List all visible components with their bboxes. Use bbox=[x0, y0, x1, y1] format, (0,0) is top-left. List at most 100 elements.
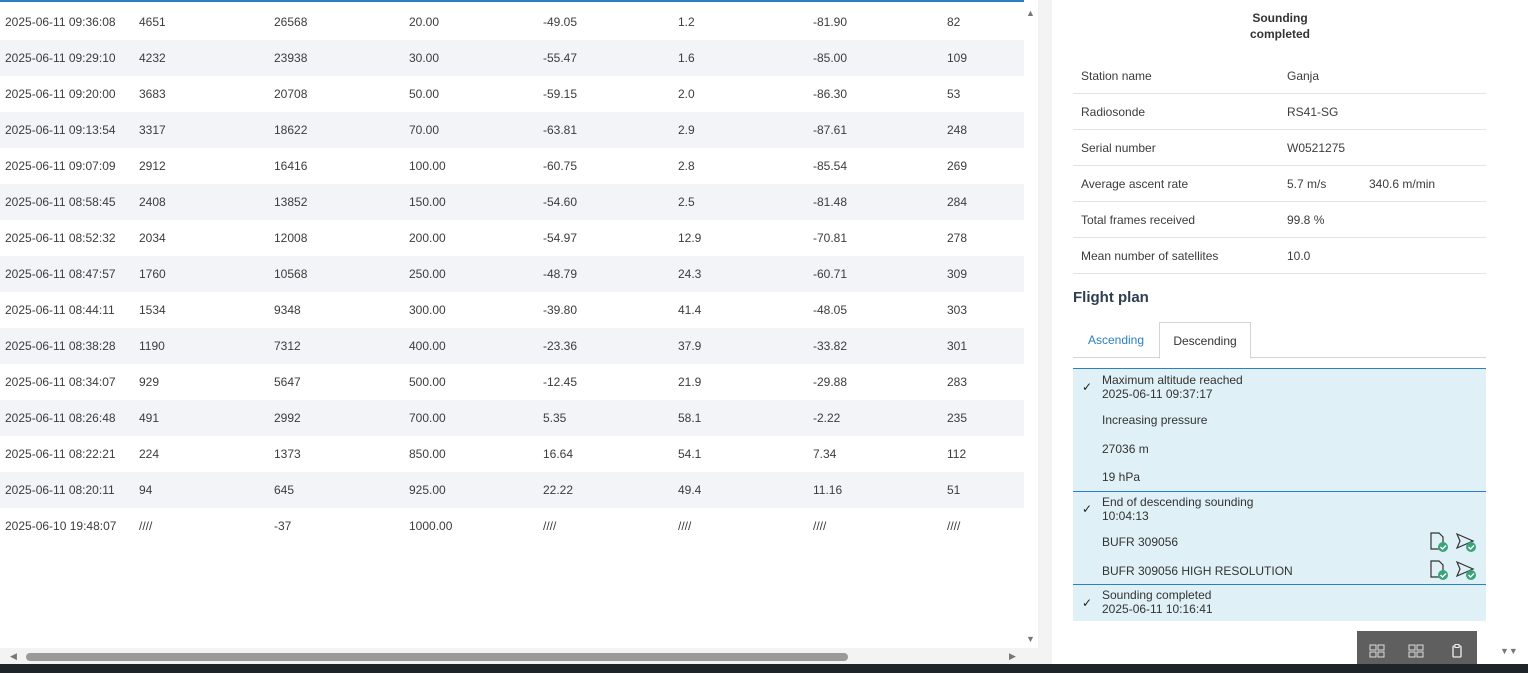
table-cell: 1760 bbox=[139, 267, 166, 281]
table-cell: 925.00 bbox=[409, 483, 446, 497]
file-saved-icon[interactable] bbox=[1428, 559, 1450, 581]
scroll-up-arrow-icon[interactable]: ▲ bbox=[1026, 8, 1035, 18]
table-cell: 2.0 bbox=[678, 87, 695, 101]
table-cell: 150.00 bbox=[409, 195, 446, 209]
grid-view-icon[interactable] bbox=[1369, 643, 1385, 659]
table-cell: 5647 bbox=[274, 375, 301, 389]
table-cell: 18622 bbox=[274, 123, 308, 137]
table-cell: 2025-06-11 08:20:11 bbox=[5, 483, 115, 497]
satellites-value: 10.0 bbox=[1287, 249, 1311, 263]
table-cell: -54.60 bbox=[543, 195, 578, 209]
table-row[interactable]: 2025-06-11 09:20:00 3683 20708 50.00 -59.15 2… bbox=[0, 76, 1024, 112]
table-cell: 20708 bbox=[274, 87, 308, 101]
step-separator bbox=[1073, 584, 1486, 585]
step-check-icon: ✓ bbox=[1082, 502, 1093, 516]
table-row[interactable]: 2025-06-11 08:22:21 224 1373 850.00 16.64 54.… bbox=[0, 436, 1024, 472]
table-row[interactable]: 2025-06-11 09:36:08 4651 26568 20.00 -49.05 1… bbox=[0, 4, 1024, 40]
table-row[interactable]: 2025-06-11 08:52:32 2034 12008 200.00 -54.97… bbox=[0, 220, 1024, 256]
table-cell: 1534 bbox=[139, 303, 166, 317]
tab-descending[interactable]: Descending bbox=[1159, 322, 1251, 359]
table-cell: 30.00 bbox=[409, 51, 440, 65]
step-check-icon: ✓ bbox=[1082, 380, 1093, 394]
sounding-completed-title: Sounding completed bbox=[1102, 588, 1212, 602]
table-cell: 224 bbox=[139, 447, 160, 461]
table-cell: 491 bbox=[139, 411, 160, 425]
tab-ascending[interactable]: Ascending bbox=[1080, 322, 1152, 357]
scroll-right-arrow-icon[interactable]: ▶ bbox=[1009, 651, 1016, 662]
table-cell: 929 bbox=[139, 375, 160, 389]
ascent-rate-value-per-minute: 340.6 m/min bbox=[1369, 177, 1436, 191]
panel-scroll-down-icon[interactable]: ▼▼ bbox=[1500, 646, 1518, 656]
table-cell: -12.45 bbox=[543, 375, 578, 389]
satellites-label: Mean number of satellites bbox=[1081, 249, 1219, 263]
end-descending-time: 10:04:13 bbox=[1102, 509, 1149, 523]
table-cell: 3317 bbox=[139, 123, 166, 137]
table-cell: 23938 bbox=[274, 51, 308, 65]
table-row[interactable]: 2025-06-11 08:20:11 94 645 925.00 22.22 49.4 1… bbox=[0, 472, 1024, 508]
table-cell: -23.36 bbox=[543, 339, 578, 353]
sounding-status: Sounding completed bbox=[1180, 10, 1380, 42]
table-cell: 300.00 bbox=[409, 303, 446, 317]
sounding-data-table: 2025-06-11 09:36:08 4651 26568 20.00 -49.05 1… bbox=[0, 0, 1024, 648]
table-cell: 94 bbox=[139, 483, 153, 497]
table-row[interactable]: 2025-06-11 09:13:54 3317 18622 70.00 -63.81 2… bbox=[0, 112, 1024, 148]
increasing-pressure-text: Increasing pressure bbox=[1102, 413, 1208, 427]
table-row[interactable]: 2025-06-11 08:44:11 1534 9348 300.00 -39.80 4… bbox=[0, 292, 1024, 328]
table-row[interactable]: 2025-06-11 08:26:48 491 2992 700.00 5.35 58.1… bbox=[0, 400, 1024, 436]
radiosonde-label: Radiosonde bbox=[1081, 105, 1146, 119]
ascent-rate-value: 5.7 m/s bbox=[1287, 177, 1327, 191]
table-row[interactable]: 2025-06-11 09:29:10 4232 23938 30.00 -55.47 1… bbox=[0, 40, 1024, 76]
table-cell: 1.6 bbox=[678, 51, 695, 65]
max-altitude-time: 2025-06-11 09:37:17 bbox=[1102, 387, 1213, 401]
table-cell: -86.30 bbox=[813, 87, 848, 101]
table-cell: 4651 bbox=[139, 15, 166, 29]
scroll-down-arrow-icon[interactable]: ▼ bbox=[1026, 634, 1035, 644]
table-cell: 700.00 bbox=[409, 411, 446, 425]
clipboard-icon[interactable] bbox=[1449, 643, 1465, 659]
serial-number-label: Serial number bbox=[1081, 141, 1156, 155]
table-cell: 22.22 bbox=[543, 483, 574, 497]
scroll-left-arrow-icon[interactable]: ◀ bbox=[10, 651, 17, 662]
table-row[interactable]: 2025-06-11 08:58:45 2408 13852 150.00 -54.60… bbox=[0, 184, 1024, 220]
step-check-icon: ✓ bbox=[1082, 596, 1093, 610]
table-row[interactable]: 2025-06-11 08:38:28 1190 7312 400.00 -23.36 3… bbox=[0, 328, 1024, 364]
table-cell: 301 bbox=[947, 339, 968, 353]
ascent-rate-label: Average ascent rate bbox=[1081, 177, 1189, 191]
file-saved-icon[interactable] bbox=[1428, 531, 1450, 553]
table-cell: 2408 bbox=[139, 195, 166, 209]
tile-view-icon[interactable] bbox=[1408, 643, 1424, 659]
table-row[interactable]: 2025-06-11 08:34:07 929 5647 500.00 -12.45 21… bbox=[0, 364, 1024, 400]
table-cell: 2025-06-11 08:34:07 bbox=[5, 375, 116, 389]
table-row[interactable]: 2025-06-11 08:47:57 1760 10568 250.00 -48.79… bbox=[0, 256, 1024, 292]
table-cell: 2025-06-11 09:13:54 bbox=[5, 123, 116, 137]
table-cell: 2025-06-11 09:36:08 bbox=[5, 15, 116, 29]
station-name-value: Ganja bbox=[1287, 69, 1320, 83]
table-cell: 16416 bbox=[274, 159, 308, 173]
info-row-satellites: Mean number of satellites 10.0 bbox=[1073, 237, 1486, 274]
horizontal-scroll-thumb[interactable] bbox=[26, 653, 848, 661]
table-cell: 269 bbox=[947, 159, 968, 173]
radiosonde-value: RS41-SG bbox=[1287, 105, 1339, 119]
table-cell: -33.82 bbox=[813, 339, 848, 353]
table-cell: 2025-06-11 08:22:21 bbox=[5, 447, 116, 461]
max-altitude-title: Maximum altitude reached bbox=[1102, 373, 1243, 387]
taskbar bbox=[0, 664, 1528, 673]
table-cell: -54.97 bbox=[543, 231, 578, 245]
send-success-icon[interactable] bbox=[1455, 531, 1477, 553]
table-cell: 850.00 bbox=[409, 447, 446, 461]
table-cell: 4232 bbox=[139, 51, 166, 65]
max-pressure-value: 19 hPa bbox=[1102, 470, 1141, 484]
flight-plan-title: Flight plan bbox=[1073, 289, 1149, 306]
table-cell: 2025-06-11 08:47:57 bbox=[5, 267, 116, 281]
table-vertical-scrollbar[interactable]: ▲ ▼ bbox=[1024, 0, 1038, 648]
table-cell: //// bbox=[947, 519, 961, 533]
table-cell: -60.75 bbox=[543, 159, 578, 173]
table-cell: 235 bbox=[947, 411, 968, 425]
table-cell: -48.79 bbox=[543, 267, 578, 281]
table-cell: //// bbox=[139, 519, 153, 533]
table-row[interactable]: 2025-06-10 19:48:07 //// -37 1000.00 //// ///… bbox=[0, 508, 1024, 544]
info-row-ascent-rate: Average ascent rate 5.7 m/s 340.6 m/min bbox=[1073, 165, 1486, 202]
table-row[interactable]: 2025-06-11 09:07:09 2912 16416 100.00 -60.75… bbox=[0, 148, 1024, 184]
send-success-icon[interactable] bbox=[1455, 559, 1477, 581]
table-cell: 41.4 bbox=[678, 303, 702, 317]
